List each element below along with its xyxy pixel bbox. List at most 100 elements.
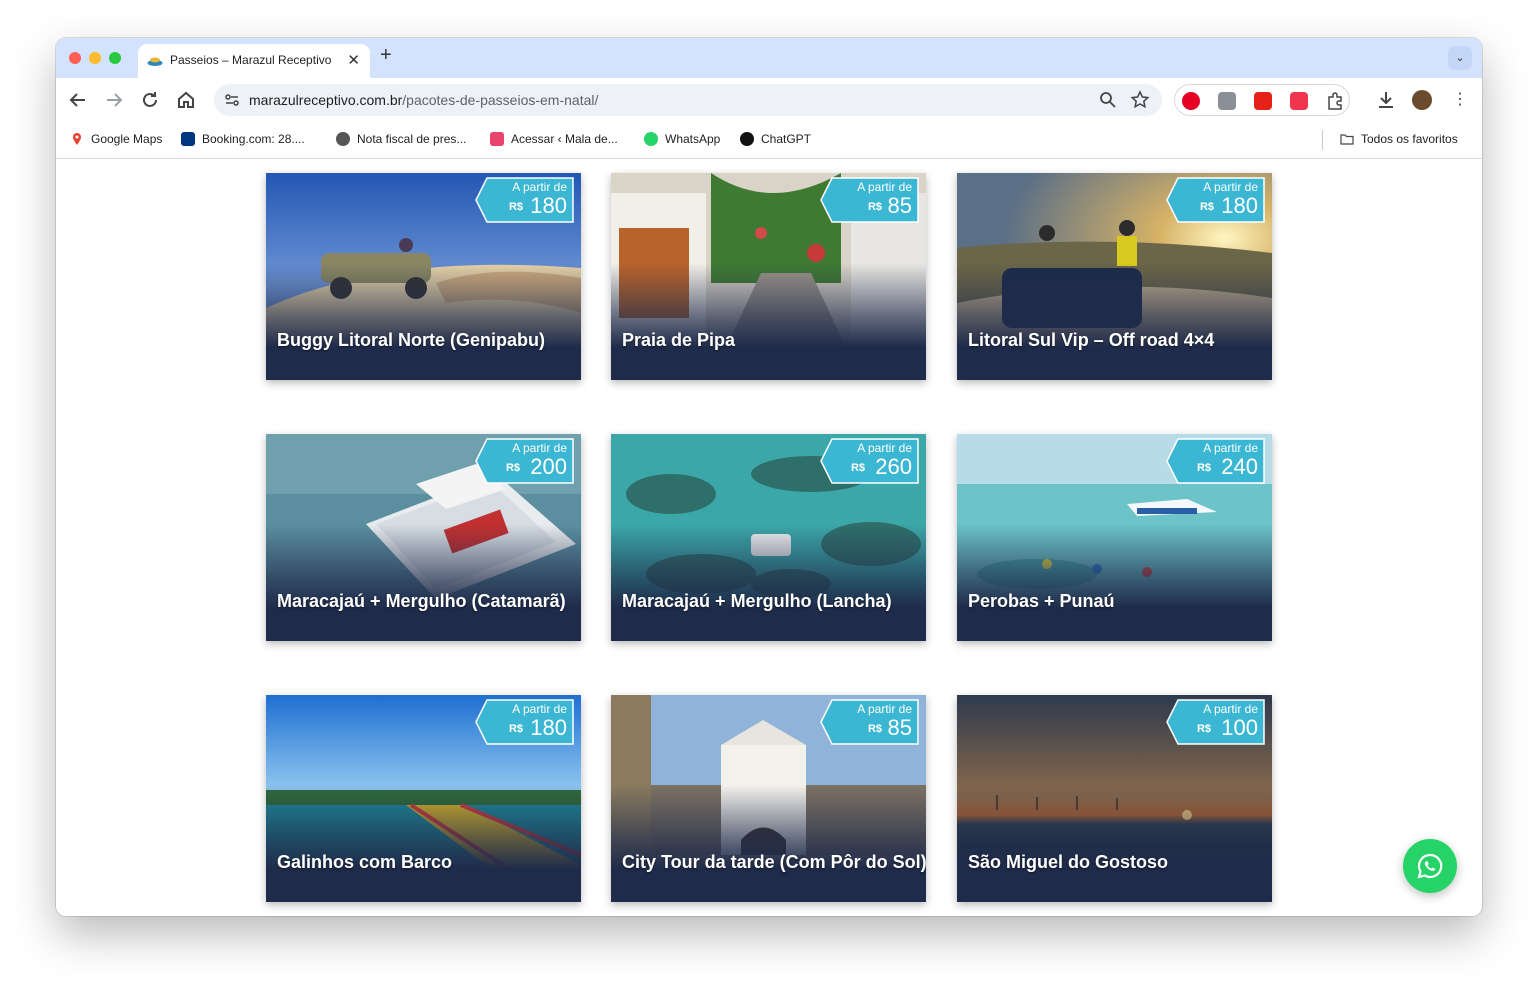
tour-card-buggy[interactable]: Buggy Litoral Norte (Genipabu) A partir … <box>266 173 581 380</box>
tour-title: Galinhos com Barco <box>277 852 453 872</box>
price-value: 85 <box>887 193 912 218</box>
price-currency: R$ <box>508 723 523 735</box>
price-currency: R$ <box>505 462 520 474</box>
bookmark-whatsapp[interactable]: WhatsApp <box>644 132 720 146</box>
price-value: 85 <box>887 715 912 740</box>
bookmark-label: WhatsApp <box>665 132 721 146</box>
all-bookmarks-folder[interactable]: Todos os favoritos <box>1340 132 1458 146</box>
bookmark-label: Nota fiscal de pres... <box>357 132 467 146</box>
card-gradient <box>957 524 1272 641</box>
card-gradient <box>611 524 926 641</box>
tour-card-sao-miguel[interactable]: São Miguel do Gostoso A partir de R$ 100 <box>957 695 1272 902</box>
suitcase-icon <box>490 132 504 146</box>
bookmark-nota-fiscal[interactable]: Nota fiscal de pres... <box>336 132 466 146</box>
bookmark-label: Google Maps <box>91 132 163 146</box>
youtube-extension-icon[interactable] <box>1254 92 1272 110</box>
zoom-icon[interactable] <box>1098 90 1118 110</box>
tour-title: Perobas + Punaú <box>968 591 1115 611</box>
booking-icon <box>181 132 195 146</box>
card-gradient <box>611 263 926 380</box>
tab-search-icon[interactable]: ⌄ <box>1448 46 1472 70</box>
bookmark-label: Acessar ‹ Mala de... <box>511 132 618 146</box>
price-value: 240 <box>1221 454 1258 479</box>
price-currency: R$ <box>850 462 865 474</box>
price-value: 180 <box>530 715 567 740</box>
price-prefix: A partir de <box>512 180 567 194</box>
tour-title: Buggy Litoral Norte (Genipabu) <box>277 330 545 350</box>
price-prefix: A partir de <box>1203 702 1258 716</box>
tour-card-city-tour[interactable]: City Tour da tarde (Com Pôr do Sol) A pa… <box>611 695 926 902</box>
price-value: 260 <box>875 454 912 479</box>
bookmark-label: ChatGPT <box>761 132 812 146</box>
folder-icon <box>1340 134 1354 145</box>
tour-card-perobas[interactable]: Perobas + Punaú A partir de R$ 240 <box>957 434 1272 641</box>
minimize-window-button[interactable] <box>89 52 101 64</box>
price-currency: R$ <box>508 201 523 213</box>
bookmark-mala[interactable]: Acessar ‹ Mala de... <box>490 132 618 146</box>
price-prefix: A partir de <box>512 441 567 455</box>
price-prefix: A partir de <box>1203 441 1258 455</box>
forward-icon[interactable] <box>102 88 126 112</box>
star-icon[interactable] <box>1130 90 1150 110</box>
m-extension-icon[interactable] <box>1218 92 1236 110</box>
pinterest-icon[interactable] <box>1182 92 1200 110</box>
download-icon[interactable] <box>1374 88 1398 112</box>
whatsapp-icon <box>1417 853 1443 879</box>
tour-card-maracajau-catamara[interactable]: Maracajaú + Mergulho (Catamarã) A partir… <box>266 434 581 641</box>
back-icon[interactable] <box>66 88 90 112</box>
card-gradient <box>611 785 926 902</box>
tour-title: Praia de Pipa <box>622 330 736 350</box>
reload-icon[interactable] <box>138 88 162 112</box>
bookmark-separator <box>1322 130 1323 150</box>
browser-window: Passeios – Marazul Receptivo ✕ + ⌄ maraz… <box>56 38 1482 916</box>
price-prefix: A partir de <box>1203 180 1258 194</box>
active-tab[interactable]: Passeios – Marazul Receptivo ✕ <box>138 44 370 78</box>
price-currency: R$ <box>1199 201 1214 213</box>
home-icon[interactable] <box>174 88 198 112</box>
url-text[interactable]: marazulreceptivo.com.br/pacotes-de-passe… <box>249 92 598 108</box>
bookmarks-bar: Google Maps Booking.com: 28.... Nota fis… <box>56 122 1482 159</box>
extensions-group <box>1174 84 1350 116</box>
bookmark-google-maps[interactable]: Google Maps <box>70 132 162 146</box>
price-prefix: A partir de <box>857 180 912 194</box>
card-gradient <box>266 785 581 902</box>
bookmark-chatgpt[interactable]: ChatGPT <box>740 132 811 146</box>
whatsapp-icon <box>644 132 658 146</box>
price-value: 100 <box>1221 715 1258 740</box>
dice-extension-icon[interactable] <box>1290 92 1308 110</box>
card-gradient <box>957 785 1272 902</box>
profile-avatar[interactable] <box>1412 90 1432 110</box>
tour-card-maracajau-lancha[interactable]: Maracajaú + Mergulho (Lancha) A partir d… <box>611 434 926 641</box>
toolbar: marazulreceptivo.com.br/pacotes-de-passe… <box>56 78 1482 122</box>
all-bookmarks-label: Todos os favoritos <box>1361 132 1458 146</box>
tour-card-pipa[interactable]: Praia de Pipa A partir de R$ 85 <box>611 173 926 380</box>
price-prefix: A partir de <box>857 702 912 716</box>
price-prefix: A partir de <box>857 441 912 455</box>
tour-title: Maracajaú + Mergulho (Lancha) <box>622 591 892 611</box>
price-value: 180 <box>530 193 567 218</box>
tour-card-litoral-sul[interactable]: Litoral Sul Vip – Off road 4×4 A partir … <box>957 173 1272 380</box>
tour-title: Maracajaú + Mergulho (Catamarã) <box>277 591 566 611</box>
new-tab-icon[interactable]: + <box>380 44 392 67</box>
price-currency: R$ <box>1196 462 1211 474</box>
maximize-window-button[interactable] <box>109 52 121 64</box>
close-window-button[interactable] <box>69 52 81 64</box>
puzzle-icon[interactable] <box>1326 92 1344 110</box>
tab-title: Passeios – Marazul Receptivo <box>170 53 332 67</box>
site-info-icon[interactable] <box>224 92 240 108</box>
card-gradient <box>266 263 581 380</box>
more-vert-icon[interactable]: ⋮ <box>1448 88 1472 112</box>
whatsapp-chat-button[interactable] <box>1403 839 1457 893</box>
close-tab-icon[interactable]: ✕ <box>347 51 360 69</box>
url-domain: marazulreceptivo.com.br <box>249 92 403 108</box>
tour-title: City Tour da tarde (Com Pôr do Sol) <box>622 852 926 872</box>
address-bar[interactable]: marazulreceptivo.com.br/pacotes-de-passe… <box>214 84 1162 116</box>
bookmark-booking[interactable]: Booking.com: 28.... <box>181 132 305 146</box>
marazul-logo-icon <box>147 57 163 66</box>
price-currency: R$ <box>867 201 882 213</box>
page-content: Buggy Litoral Norte (Genipabu) A partir … <box>56 159 1482 916</box>
tour-title: Litoral Sul Vip – Off road 4×4 <box>968 330 1215 350</box>
tour-title: São Miguel do Gostoso <box>968 852 1169 872</box>
tour-card-galinhos[interactable]: Galinhos com Barco A partir de R$ 180 <box>266 695 581 902</box>
tab-strip: Passeios – Marazul Receptivo ✕ + ⌄ <box>56 38 1482 78</box>
